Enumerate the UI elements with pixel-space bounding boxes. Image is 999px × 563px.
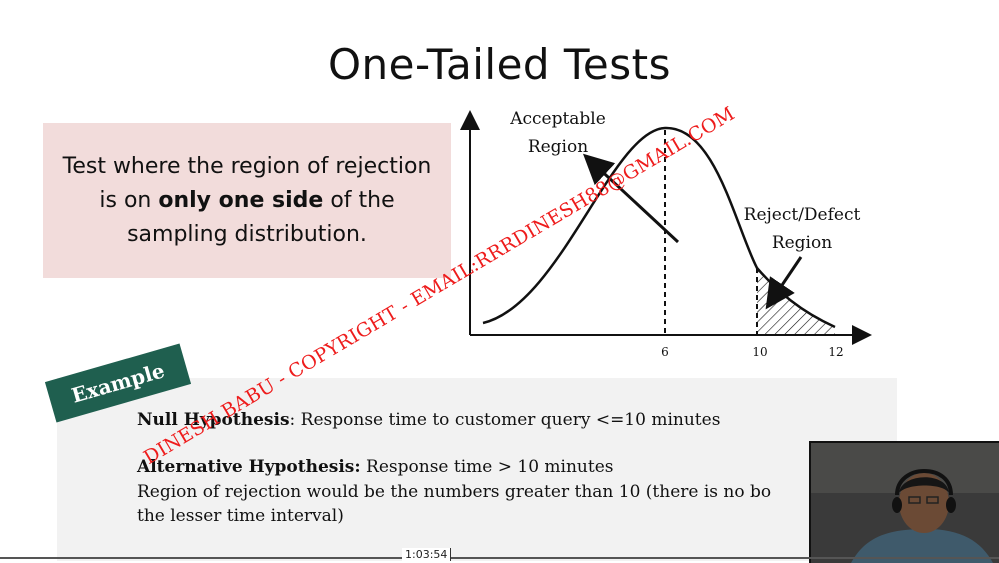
tick-label-12: 12 bbox=[828, 345, 843, 359]
acceptable-label-line1: Acceptable bbox=[509, 109, 606, 129]
alternative-hypothesis: Alternative Hypothesis: Response time > … bbox=[137, 457, 614, 477]
definition-box: Test where the region of rejection is on… bbox=[43, 123, 451, 278]
alternative-hypothesis-text: Response time > 10 minutes bbox=[360, 457, 614, 477]
reject-label-line1: Reject/Defect bbox=[744, 205, 861, 225]
null-hypothesis-text: : Response time to customer query <=10 m… bbox=[289, 410, 721, 430]
reject-arrow bbox=[765, 256, 803, 310]
presenter-video-frame bbox=[811, 443, 999, 563]
reject-label-line2: Region bbox=[772, 233, 832, 253]
tick-label-6: 6 bbox=[661, 345, 669, 359]
acceptable-label-line2: Region bbox=[528, 137, 588, 157]
slide-title: One-Tailed Tests bbox=[327, 40, 672, 89]
video-progress-bar[interactable] bbox=[0, 557, 999, 559]
alternative-hypothesis-label: Alternative Hypothesis: bbox=[137, 457, 361, 477]
rejection-region-text-line1: Region of rejection would be the numbers… bbox=[137, 482, 772, 502]
tick-label-10: 10 bbox=[752, 345, 767, 359]
definition-text: Test where the region of rejection is on… bbox=[57, 150, 437, 252]
reject-region-shading bbox=[757, 268, 835, 335]
rejection-region-text-line2: the lesser time interval) bbox=[137, 506, 344, 526]
presenter-webcam bbox=[809, 441, 999, 563]
definition-text-bold: only one side bbox=[158, 187, 324, 213]
video-timestamp: 1:03:54 bbox=[402, 548, 452, 561]
